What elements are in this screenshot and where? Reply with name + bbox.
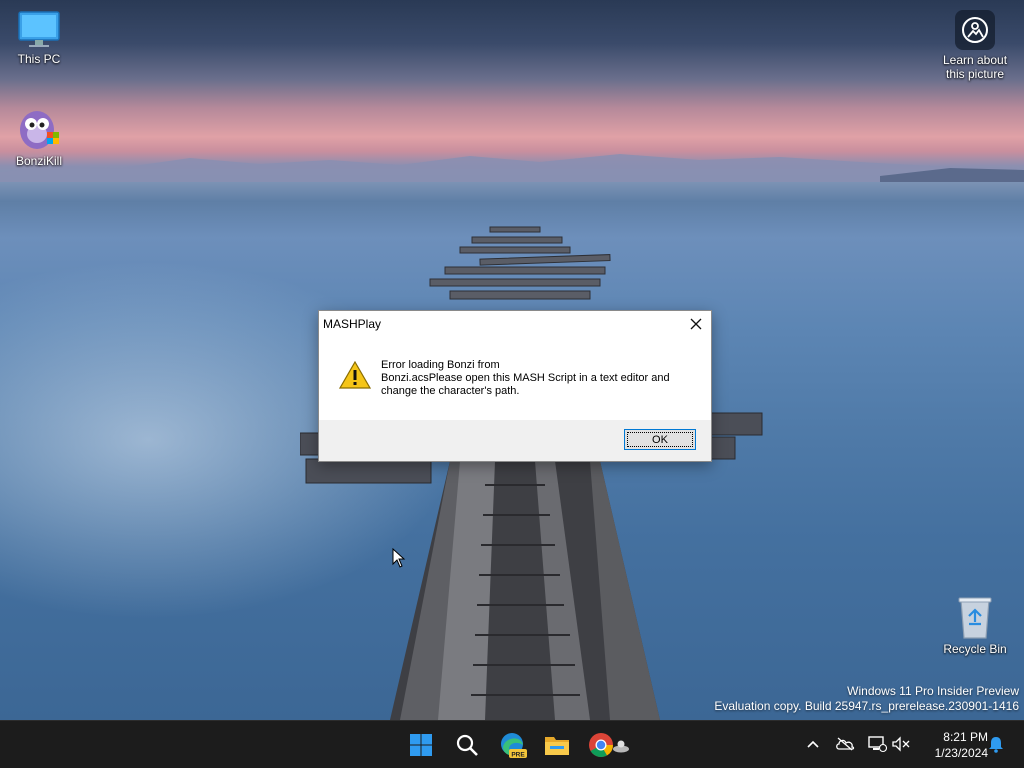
edge-pre-badge: PRE — [511, 752, 525, 759]
message-line-3: change the character's path. — [381, 385, 520, 397]
mashplay-error-dialog: MASHPlay Error loading Bonzi from Bonzi.… — [318, 310, 712, 462]
monitor-icon — [18, 11, 60, 47]
mash-icon — [613, 740, 629, 753]
watermark-edition: Windows 11 Pro Insider Preview — [847, 684, 1019, 698]
mouse-cursor-icon — [392, 548, 406, 568]
close-button[interactable] — [681, 311, 711, 337]
clock-date: 1/23/2024 — [934, 746, 988, 760]
dialog-message: Error loading Bonzi from Bonzi.acsPlease… — [381, 359, 691, 398]
onedrive-tray-button[interactable] — [834, 733, 856, 755]
mountain-silhouette — [0, 154, 1024, 182]
search-icon — [456, 734, 478, 756]
this-pc-shortcut[interactable]: This PC — [1, 10, 77, 66]
clock-time: 8:21 PM — [943, 730, 988, 744]
dialog-body: Error loading Bonzi from Bonzi.acsPlease… — [319, 337, 711, 419]
windows-watermark: Windows 11 Pro Insider Preview Evaluatio… — [714, 684, 1019, 714]
network-tray-button[interactable] — [866, 733, 888, 755]
edge-taskbar-button[interactable]: PRE — [497, 729, 529, 761]
dialog-footer: OK — [319, 420, 711, 461]
volume-muted-icon — [892, 736, 910, 752]
watermark-build: Evaluation copy. Build 25947.rs_prerelea… — [714, 699, 1019, 713]
close-icon — [690, 318, 702, 330]
message-line-1: Error loading Bonzi from — [381, 359, 500, 371]
wooden-pier — [300, 226, 763, 720]
notifications-button[interactable] — [985, 733, 1007, 755]
file-explorer-icon — [545, 737, 569, 755]
chevron-up-icon — [807, 740, 819, 748]
network-icon — [868, 736, 887, 753]
this-pc-label: This PC — [17, 52, 61, 66]
message-line-2: Bonzi.acsPlease open this MASH Script in… — [381, 372, 670, 384]
dialog-title: MASHPlay — [323, 317, 382, 331]
recycle-bin-label: Recycle Bin — [943, 642, 1007, 656]
learn-about-picture-label: Learn about this picture — [942, 53, 1008, 81]
taskbar: PRE 8:21 PM 1/23/2024 — [0, 720, 1024, 768]
volume-tray-button[interactable] — [890, 733, 912, 755]
start-icon — [410, 734, 432, 756]
bell-icon — [989, 737, 1003, 753]
start-button[interactable] — [405, 729, 437, 761]
edge-icon: PRE — [501, 733, 527, 759]
dialog-titlebar[interactable]: MASHPlay — [319, 311, 711, 337]
bonzi-icon — [20, 111, 59, 149]
recycle-bin-icon — [958, 597, 992, 639]
file-explorer-taskbar-button[interactable] — [541, 729, 573, 761]
show-hidden-icons-button[interactable] — [802, 733, 824, 755]
search-button[interactable] — [451, 729, 483, 761]
mashplay-taskbar-button[interactable] — [610, 735, 632, 757]
bonzikill-shortcut[interactable]: BonziKill — [1, 104, 77, 168]
onedrive-icon — [836, 737, 855, 751]
ok-button[interactable]: OK — [624, 429, 696, 450]
learn-about-picture-shortcut[interactable]: Learn about this picture — [937, 10, 1013, 81]
desktop-background: This PC BonziKill Learn about this pictu… — [0, 0, 1024, 720]
bonzikill-label: BonziKill — [15, 154, 63, 168]
spotlight-icon — [955, 10, 995, 50]
recycle-bin-shortcut[interactable]: Recycle Bin — [937, 596, 1013, 656]
warning-icon — [339, 361, 371, 389]
clock[interactable]: 8:21 PM 1/23/2024 — [918, 729, 988, 761]
